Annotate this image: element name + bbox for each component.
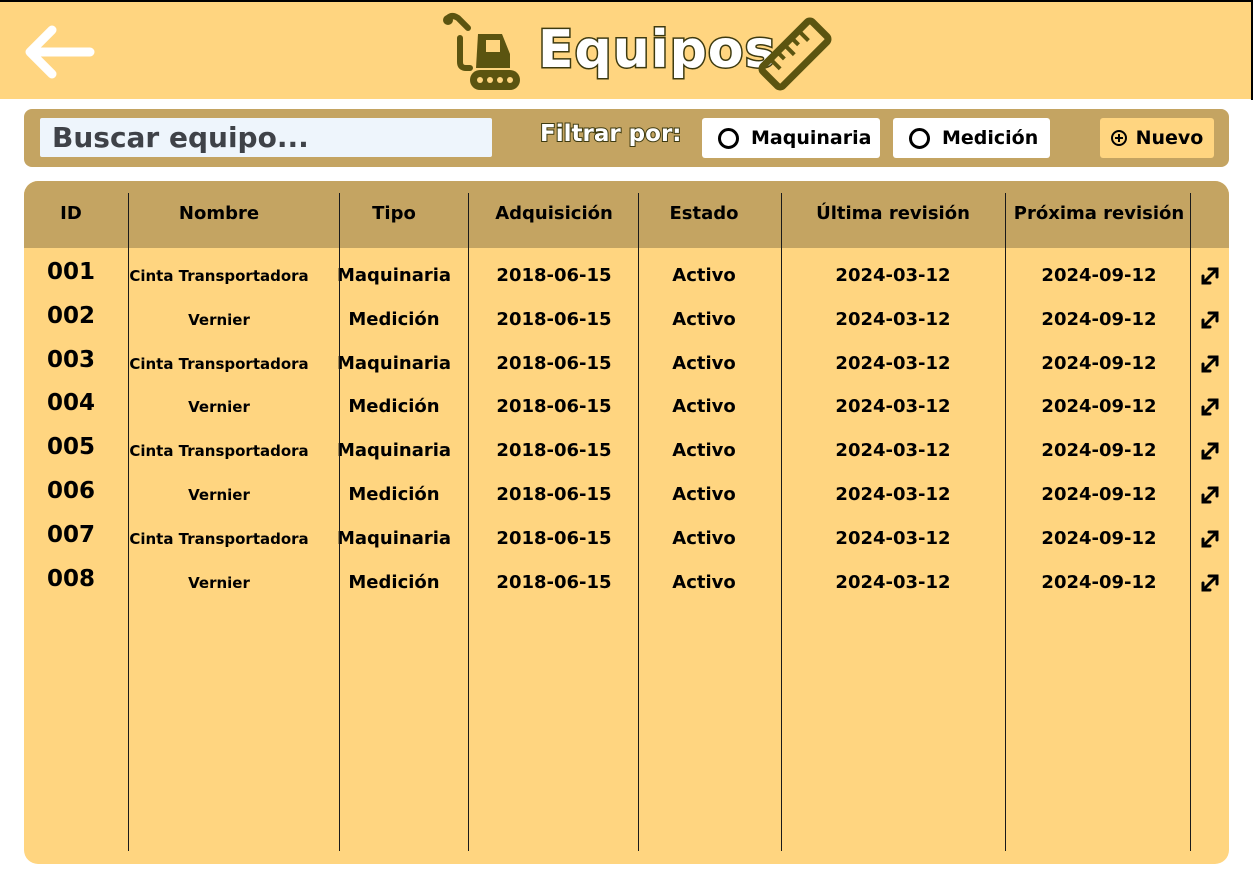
cell-adquisicion: 2018-06-15 <box>496 571 612 593</box>
cell-proxima-revision: 2024-09-12 <box>1041 571 1157 593</box>
cell-estado: Activo <box>672 440 736 462</box>
cell-adquisicion: 2018-06-15 <box>496 484 612 505</box>
radio-icon <box>718 127 739 149</box>
cell-nombre: Vernier <box>188 310 250 329</box>
cell-estado: Activo <box>672 308 736 330</box>
arrow-left-icon <box>25 25 95 79</box>
expand-icon[interactable] <box>1199 396 1221 418</box>
expand-icon[interactable] <box>1199 484 1221 506</box>
table-header: ID Nombre Tipo Adquisición Estado Última revi… <box>24 181 1229 248</box>
expand-icon[interactable] <box>1199 528 1221 550</box>
cell-nombre: Vernier <box>188 573 250 592</box>
equipment-table: ID Nombre Tipo Adquisición Estado Última revi… <box>24 181 1229 864</box>
cell-tipo: Medición <box>348 396 440 418</box>
cell-proxima-revision: 2024-09-12 <box>1041 352 1157 374</box>
cell-estado: Activo <box>672 265 736 286</box>
page-title: Equipos <box>537 19 777 82</box>
cell-adquisicion: 2018-06-15 <box>496 308 612 330</box>
cell-proxima-revision: 2024-09-12 <box>1041 308 1157 330</box>
ruler-icon <box>758 17 832 91</box>
cell-proxima-revision: 2024-09-12 <box>1041 440 1157 462</box>
cell-adquisicion: 2018-06-15 <box>496 440 612 462</box>
column-divider <box>128 193 129 851</box>
expand-icon[interactable] <box>1199 572 1221 594</box>
radio-icon <box>909 127 930 149</box>
column-divider <box>1005 193 1006 851</box>
cell-tipo: Maquinaria <box>336 527 452 549</box>
column-header-ultima-revision[interactable]: Última revisión <box>816 203 970 224</box>
filter-medicion-button[interactable]: Medición <box>893 118 1050 158</box>
cell-estado: Activo <box>672 571 736 593</box>
toolbar: Filtrar por: Maquinaria Medición Nuevo <box>24 109 1229 167</box>
column-header-id[interactable]: ID <box>60 203 82 224</box>
excavator-icon <box>443 13 520 90</box>
cell-adquisicion: 2018-06-15 <box>496 352 612 374</box>
cell-id: 007 <box>46 521 96 548</box>
filter-medicion-label: Medición <box>942 127 1039 149</box>
cell-nombre: Cinta Transportadora <box>129 442 309 461</box>
cell-adquisicion: 2018-06-15 <box>496 396 612 418</box>
cell-tipo: Medición <box>348 308 440 330</box>
column-header-proxima-revision[interactable]: Próxima revisión <box>1014 203 1184 224</box>
cell-id: 006 <box>46 478 96 504</box>
new-button-label: Nuevo <box>1135 127 1204 149</box>
cell-tipo: Maquinaria <box>336 352 452 374</box>
cell-id: 002 <box>46 302 96 329</box>
cell-id: 004 <box>46 390 96 417</box>
cell-nombre: Vernier <box>188 398 250 417</box>
cell-ultima-revision: 2024-03-12 <box>835 527 951 549</box>
cell-nombre: Vernier <box>188 486 250 504</box>
cell-estado: Activo <box>672 527 736 549</box>
expand-icon[interactable] <box>1199 265 1221 287</box>
cell-id: 001 <box>46 259 96 285</box>
column-divider <box>781 193 782 851</box>
cell-nombre: Cinta Transportadora <box>129 354 309 373</box>
cell-ultima-revision: 2024-03-12 <box>835 308 951 330</box>
back-button[interactable] <box>22 22 96 82</box>
cell-ultima-revision: 2024-03-12 <box>835 571 951 593</box>
cell-ultima-revision: 2024-03-12 <box>835 265 951 286</box>
cell-estado: Activo <box>672 484 736 505</box>
cell-nombre: Cinta Transportadora <box>129 267 309 285</box>
cell-estado: Activo <box>672 352 736 374</box>
expand-icon[interactable] <box>1199 309 1221 331</box>
column-header-tipo[interactable]: Tipo <box>372 203 416 224</box>
cell-id: 005 <box>46 434 96 461</box>
column-divider <box>468 193 469 851</box>
search-input[interactable] <box>40 118 492 157</box>
cell-tipo: Medición <box>348 571 440 593</box>
cell-tipo: Medición <box>348 484 440 505</box>
cell-proxima-revision: 2024-09-12 <box>1041 527 1157 549</box>
column-header-nombre[interactable]: Nombre <box>179 203 259 224</box>
plus-circle-icon <box>1110 130 1127 146</box>
cell-tipo: Maquinaria <box>336 440 452 462</box>
cell-ultima-revision: 2024-03-12 <box>835 396 951 418</box>
column-divider <box>638 193 639 851</box>
cell-proxima-revision: 2024-09-12 <box>1041 265 1157 286</box>
cell-estado: Activo <box>672 396 736 418</box>
filter-maquinaria-button[interactable]: Maquinaria <box>702 118 880 158</box>
app-header: Equipos <box>0 2 1251 99</box>
cell-id: 003 <box>46 346 96 373</box>
filter-label: Filtrar por: <box>539 120 682 148</box>
cell-proxima-revision: 2024-09-12 <box>1041 396 1157 418</box>
column-divider <box>1190 193 1191 851</box>
filter-maquinaria-label: Maquinaria <box>751 127 872 149</box>
title-group: Equipos <box>440 8 840 94</box>
cell-tipo: Maquinaria <box>336 265 452 286</box>
cell-adquisicion: 2018-06-15 <box>496 527 612 549</box>
cell-nombre: Cinta Transportadora <box>129 529 309 548</box>
column-divider <box>339 193 340 851</box>
cell-ultima-revision: 2024-03-12 <box>835 352 951 374</box>
expand-icon[interactable] <box>1199 440 1221 462</box>
new-button[interactable]: Nuevo <box>1100 118 1214 158</box>
cell-ultima-revision: 2024-03-12 <box>835 484 951 505</box>
column-header-adquisicion[interactable]: Adquisición <box>495 203 613 224</box>
cell-proxima-revision: 2024-09-12 <box>1041 484 1157 505</box>
cell-id: 008 <box>46 565 96 592</box>
expand-icon[interactable] <box>1199 353 1221 375</box>
cell-adquisicion: 2018-06-15 <box>496 265 612 286</box>
cell-ultima-revision: 2024-03-12 <box>835 440 951 462</box>
column-header-estado[interactable]: Estado <box>669 203 738 224</box>
